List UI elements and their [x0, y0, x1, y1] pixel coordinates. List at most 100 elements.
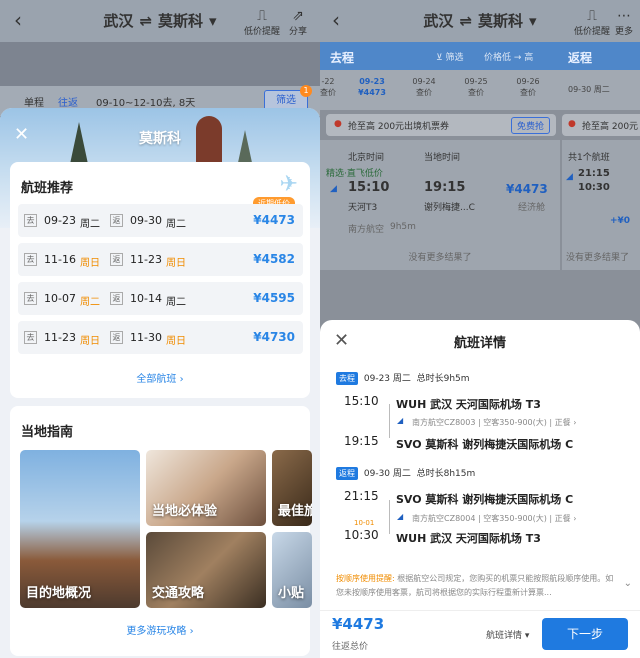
dep-time: 21:15	[344, 489, 379, 503]
flight-price: +¥0	[610, 216, 631, 226]
outbound-segment-header: 去程 09-23 周二 总时长9h5m	[336, 371, 470, 385]
filter-label: 筛选	[276, 95, 296, 106]
arr-time: 19:15	[424, 180, 466, 195]
segment-duration: 总时长8h15m	[416, 469, 476, 479]
return-date: 10-14	[130, 292, 162, 305]
flight-recommend-row[interactable]: 去 09-23 周二返 09-30 周二 ¥4473	[18, 204, 303, 237]
tab-outbound[interactable]: 去程	[330, 49, 354, 66]
sheet-title: 航班详情	[453, 336, 506, 351]
date-chip-date: 09-23	[359, 77, 385, 86]
date-chip[interactable]: 09-25 查价	[456, 76, 496, 98]
return-tag: 返	[110, 214, 123, 227]
dep-airport: 天河T3	[348, 203, 378, 213]
sheet-title: 莫斯科	[139, 131, 181, 147]
return-date-label: 09-30 周二	[568, 85, 610, 94]
date-chip[interactable]: 09-24 查价	[404, 76, 444, 98]
flight-price: ¥4730	[253, 330, 295, 344]
airline-name: 南方航空	[348, 225, 385, 235]
top-bar: ‹ 武汉 ⇌ 莫斯科 ▾ ⎍ 低价提醒 ⋯ 更多	[320, 0, 640, 42]
next-step-button[interactable]: 下一步	[542, 618, 628, 650]
flight-recommend-row[interactable]: 去 11-16 周日返 11-23 周日 ¥4582	[18, 243, 303, 276]
flight-recommend-row[interactable]: 去 11-23 周日返 11-30 周日 ¥4730	[18, 321, 303, 354]
tile-transport-guide[interactable]: 交通攻略	[146, 532, 266, 608]
section-title: 航班推荐	[21, 181, 74, 196]
chevron-down-icon[interactable]: ⌄	[624, 578, 632, 589]
date-chip[interactable]: 09-23 ¥4473	[352, 76, 392, 98]
share-button[interactable]: ⇗ 分享	[289, 8, 307, 37]
more-guides-link[interactable]: 更多游玩攻略 ›	[10, 622, 310, 637]
direct-tag: 精选·直飞低价	[326, 169, 383, 179]
go-weekday: 周日	[80, 258, 100, 269]
arr-time: 19:15	[344, 434, 379, 448]
flight-recommend-row[interactable]: 去 10-07 周二返 10-14 周二 ¥4595	[18, 282, 303, 315]
more-icon: ⋯	[617, 8, 631, 24]
go-date: 11-23	[44, 331, 76, 344]
price-alert-label: 低价提醒	[244, 27, 281, 37]
date-range[interactable]: 09-10~12-10去, 8天	[96, 94, 195, 109]
date-chip[interactable]: 09-26 查价	[508, 76, 548, 98]
grab-coupon-button[interactable]: 免费抢	[510, 117, 550, 134]
segment-date: 09-23 周二	[363, 374, 411, 384]
airline-logo-icon: ◢	[397, 512, 404, 521]
tile-label: 最佳旅	[278, 504, 312, 519]
promo-banner[interactable]: ● 抢至高 200元出境机票券 免费抢	[326, 114, 556, 136]
more-button[interactable]: ⋯ 更多	[615, 8, 633, 37]
go-tag: 去	[24, 214, 37, 227]
return-tag: 返	[110, 331, 123, 344]
flight-info[interactable]: 南方航空CZ8004 | 空客350-900(大) | 正餐 ›	[412, 513, 576, 524]
arr-airport: SVO 莫斯科 谢列梅捷沃国际机场 C	[396, 438, 574, 451]
arr-airport: 谢列梅捷...C	[424, 203, 475, 213]
date-chip-date: -22	[321, 77, 335, 86]
more-label: 更多	[615, 27, 634, 37]
tab-return[interactable]: 返程	[568, 49, 592, 66]
share-icon: ⇗	[292, 8, 304, 24]
coupon-icon: ●	[568, 119, 576, 129]
sort-control[interactable]: 价格低 → 高	[484, 50, 533, 63]
flight-count: 共1个航班	[568, 153, 610, 163]
price-alert-button[interactable]: ⎍ 低价提醒	[574, 8, 610, 37]
top-bar: ‹ 武汉 ⇌ 莫斯科 ▾ ⎍ 低价提醒 ⇗ 分享	[0, 0, 320, 42]
one-way-tab[interactable]: 单程	[24, 94, 44, 109]
price-alert-button[interactable]: ⎍ 低价提醒	[244, 8, 280, 37]
go-date: 11-16	[44, 253, 76, 266]
tile-destination-overview[interactable]: 目的地概况	[20, 450, 140, 608]
flight-price: ¥4473	[253, 213, 295, 227]
section-title: 当地指南	[21, 425, 74, 440]
promo-banner[interactable]: ● 抢至高 200元	[562, 114, 640, 136]
return-weekday: 周日	[166, 336, 186, 347]
return-tag: 返	[110, 292, 123, 305]
return-date: 09-30	[130, 214, 162, 227]
date-strip: -22 查价 09-23 ¥4473 09-24 查价 09-25 查价 09-26 查价	[320, 70, 560, 110]
notice-heading: 按顺序使用提醒:	[336, 574, 398, 583]
tile-local-experience[interactable]: 当地必体验	[146, 450, 266, 526]
date-chip-price: 查价	[416, 88, 432, 97]
return-weekday: 周日	[166, 258, 186, 269]
round-trip-tab[interactable]: 往返	[58, 94, 78, 109]
date-chip-price: 查价	[520, 88, 536, 97]
all-flights-link[interactable]: 全部航班 ›	[10, 370, 310, 385]
go-date: 10-07	[44, 292, 76, 305]
flight-details-toggle[interactable]: 航班详情 ▾	[486, 628, 529, 641]
filter-badge: 1	[300, 85, 312, 97]
flight-info[interactable]: 南方航空CZ8003 | 空客350-900(大) | 正餐 ›	[412, 417, 576, 428]
next-day-date: 10-01	[354, 519, 375, 527]
dep-time: 15:10	[344, 394, 379, 408]
return-date[interactable]: 09-30 周二	[560, 70, 640, 110]
swap-icon: ⇌	[459, 12, 473, 30]
local-time-header: 当地时间	[424, 153, 461, 163]
no-more-results: 没有更多结果了	[408, 253, 472, 263]
left-screen: ‹ 武汉 ⇌ 莫斯科 ▾ ⎍ 低价提醒 ⇗ 分享 单程 往返 09-10~12-10去…	[0, 0, 320, 658]
return-weekday: 周二	[166, 297, 186, 308]
go-weekday: 周日	[80, 336, 100, 347]
right-screen: ‹ 武汉 ⇌ 莫斯科 ▾ ⎍ 低价提醒 ⋯ 更多 去程 ⊻ 筛选 价格低 → 高 返程…	[320, 0, 640, 658]
timeline-line	[389, 404, 390, 438]
date-chip[interactable]: -22 查价	[320, 76, 348, 98]
return-label: 返程	[336, 467, 358, 480]
tile-label: 目的地概况	[26, 586, 92, 601]
date-chip-price: ¥4473	[358, 88, 386, 97]
total-price-label: 往返总价	[332, 642, 369, 652]
flight-duration: 9h5m	[390, 222, 416, 232]
filter-control[interactable]: ⊻ 筛选	[436, 50, 463, 63]
tile-tips[interactable]: 小贴	[272, 532, 312, 608]
tile-best-travel[interactable]: 最佳旅	[272, 450, 312, 526]
